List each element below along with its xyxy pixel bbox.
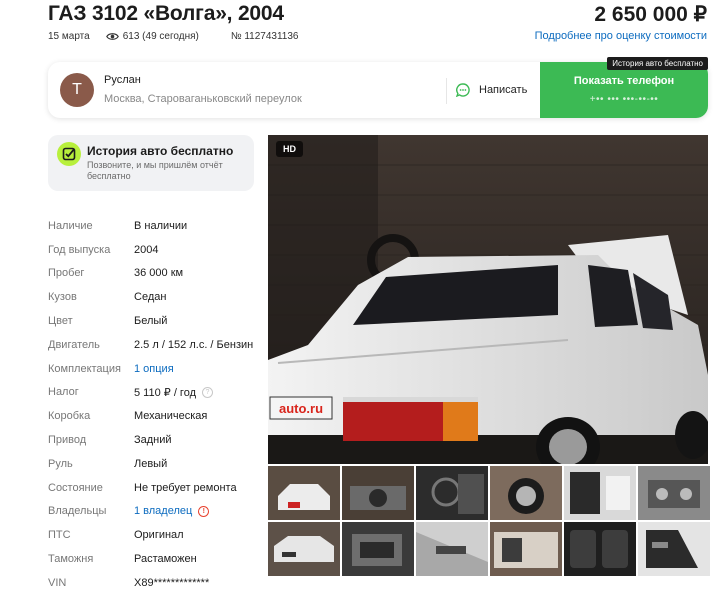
price-details-link[interactable]: Подробнее про оценку стоимости <box>535 30 707 42</box>
history-tooltip: История авто бесплатно <box>607 57 708 70</box>
specs-list: Наличие В наличии Год выпуска 2004 Пробег 3… <box>48 214 258 595</box>
write-message-label: Написать <box>479 84 528 96</box>
show-phone-label: Показать телефон <box>573 75 675 87</box>
photo-gallery: auto.ru HD <box>268 135 710 576</box>
views-counter: 613 (49 сегодня) <box>105 31 215 42</box>
thumbnail[interactable] <box>342 522 414 576</box>
equipment-link[interactable]: 1 опция <box>134 363 174 375</box>
spec-label: Владельцы <box>48 505 107 518</box>
spec-row-drive: Привод Задний <box>48 428 258 452</box>
owners-link[interactable]: 1 владелец <box>134 505 192 517</box>
listing-date: 15 марта <box>48 31 90 42</box>
listing-meta: 15 марта 613 (49 сегодня) № 1127431136 <box>48 31 315 42</box>
spec-label: Пробег <box>48 267 85 280</box>
car-photo-illustration: auto.ru <box>268 135 708 464</box>
hd-badge: HD <box>276 141 303 157</box>
spec-value-owners: 1 владелец! <box>134 505 210 517</box>
spec-row-customs: Таможня Растаможен <box>48 547 258 571</box>
listing-price: 2 650 000 ₽ <box>594 3 707 26</box>
history-title: История авто бесплатно <box>87 144 234 158</box>
show-phone-button[interactable]: Показать телефон +•• ••• •••-••-•• <box>540 62 708 118</box>
thumbnail[interactable] <box>638 522 710 576</box>
spec-value: 5 110 ₽ / год <box>134 386 196 399</box>
checkmark-icon <box>57 142 81 166</box>
spec-label: Наличие <box>48 219 93 232</box>
divider <box>446 78 447 104</box>
spec-label: Налог <box>48 386 79 399</box>
thumbnail[interactable] <box>490 466 562 520</box>
spec-label: Руль <box>48 457 73 470</box>
spec-row-pts: ПТС Оригинал <box>48 523 258 547</box>
spec-value: 2004 <box>134 243 159 256</box>
history-banner[interactable]: История авто бесплатно Позвоните, и мы п… <box>48 135 254 191</box>
spec-value-tax: 5 110 ₽ / год? <box>134 386 213 399</box>
spec-label: Комплектация <box>48 362 121 375</box>
spec-value: Задний <box>134 434 172 447</box>
thumbnail[interactable] <box>416 522 488 576</box>
svg-text:auto.ru: auto.ru <box>279 401 323 416</box>
thumbnail[interactable] <box>268 522 340 576</box>
seller-address: Москва, Староваганьковский переулок <box>104 93 302 105</box>
spec-value: Белый <box>134 315 168 328</box>
spec-label: Цвет <box>48 315 73 328</box>
seller-card: Т Руслан Москва, Староваганьковский пере… <box>48 62 708 118</box>
spec-row-wheel: Руль Левый <box>48 452 258 476</box>
help-icon[interactable]: ? <box>202 386 213 398</box>
thumbnail[interactable] <box>638 466 710 520</box>
spec-value: Растаможен <box>134 553 197 566</box>
thumbnail[interactable] <box>490 522 562 576</box>
spec-row-condition: Состояние Не требует ремонта <box>48 476 258 500</box>
spec-value: В наличии <box>134 219 188 232</box>
spec-label: Кузов <box>48 291 77 304</box>
spec-value: X89************* <box>134 576 210 589</box>
thumbnail[interactable] <box>268 466 340 520</box>
history-subtitle: Позвоните, и мы пришлём отчёт бесплатно <box>87 160 223 181</box>
seller-name[interactable]: Руслан <box>104 74 141 86</box>
spec-row-mileage: Пробег 36 000 км <box>48 262 258 286</box>
thumbnail[interactable] <box>564 522 636 576</box>
spec-row-availability: Наличие В наличии <box>48 214 258 238</box>
spec-value: Левый <box>134 457 168 470</box>
spec-label: Состояние <box>48 481 103 494</box>
spec-row-body: Кузов Седан <box>48 285 258 309</box>
listing-number: № 1127431136 <box>230 31 299 42</box>
write-message-button[interactable]: Написать <box>456 62 540 118</box>
spec-label: Коробка <box>48 410 91 423</box>
spec-value: Механическая <box>134 410 208 423</box>
thumbnail[interactable] <box>342 466 414 520</box>
spec-row-engine: Двигатель 2.5 л / 152 л.с. / Бензин <box>48 333 258 357</box>
spec-label: Привод <box>48 434 87 447</box>
views-text: 613 (49 сегодня) <box>122 31 199 42</box>
listing-title: ГАЗ 3102 «Волга», 2004 <box>48 2 284 25</box>
thumbnail[interactable] <box>564 466 636 520</box>
spec-label: ПТС <box>48 529 71 542</box>
thumbnail[interactable] <box>416 466 488 520</box>
thumbnail-strip <box>268 466 710 576</box>
spec-row-vin: VIN X89************* <box>48 571 258 595</box>
spec-value: 2.5 л / 152 л.с. / Бензин <box>134 338 254 351</box>
spec-value: Не требует ремонта <box>134 481 237 494</box>
spec-label: VIN <box>48 576 67 589</box>
spec-label: Год выпуска <box>48 243 111 256</box>
spec-value: Седан <box>134 291 167 304</box>
spec-row-equipment: Комплектация 1 опция <box>48 357 258 381</box>
avatar: Т <box>60 73 94 107</box>
spec-value: 36 000 км <box>134 267 184 280</box>
spec-row-owners: Владельцы 1 владелец! <box>48 500 258 524</box>
main-photo[interactable]: auto.ru HD <box>268 135 708 464</box>
spec-row-tax: Налог 5 110 ₽ / год? <box>48 381 258 405</box>
spec-row-gearbox: Коробка Механическая <box>48 404 258 428</box>
spec-label: Таможня <box>48 553 94 566</box>
spec-row-year: Год выпуска 2004 <box>48 238 258 262</box>
spec-row-color: Цвет Белый <box>48 309 258 333</box>
chat-icon <box>456 83 470 97</box>
eye-icon <box>105 33 119 40</box>
spec-label: Двигатель <box>48 338 100 351</box>
phone-mask: +•• ••• •••-••-•• <box>589 94 659 105</box>
warning-icon[interactable]: ! <box>198 505 210 517</box>
spec-value: Оригинал <box>134 529 184 542</box>
